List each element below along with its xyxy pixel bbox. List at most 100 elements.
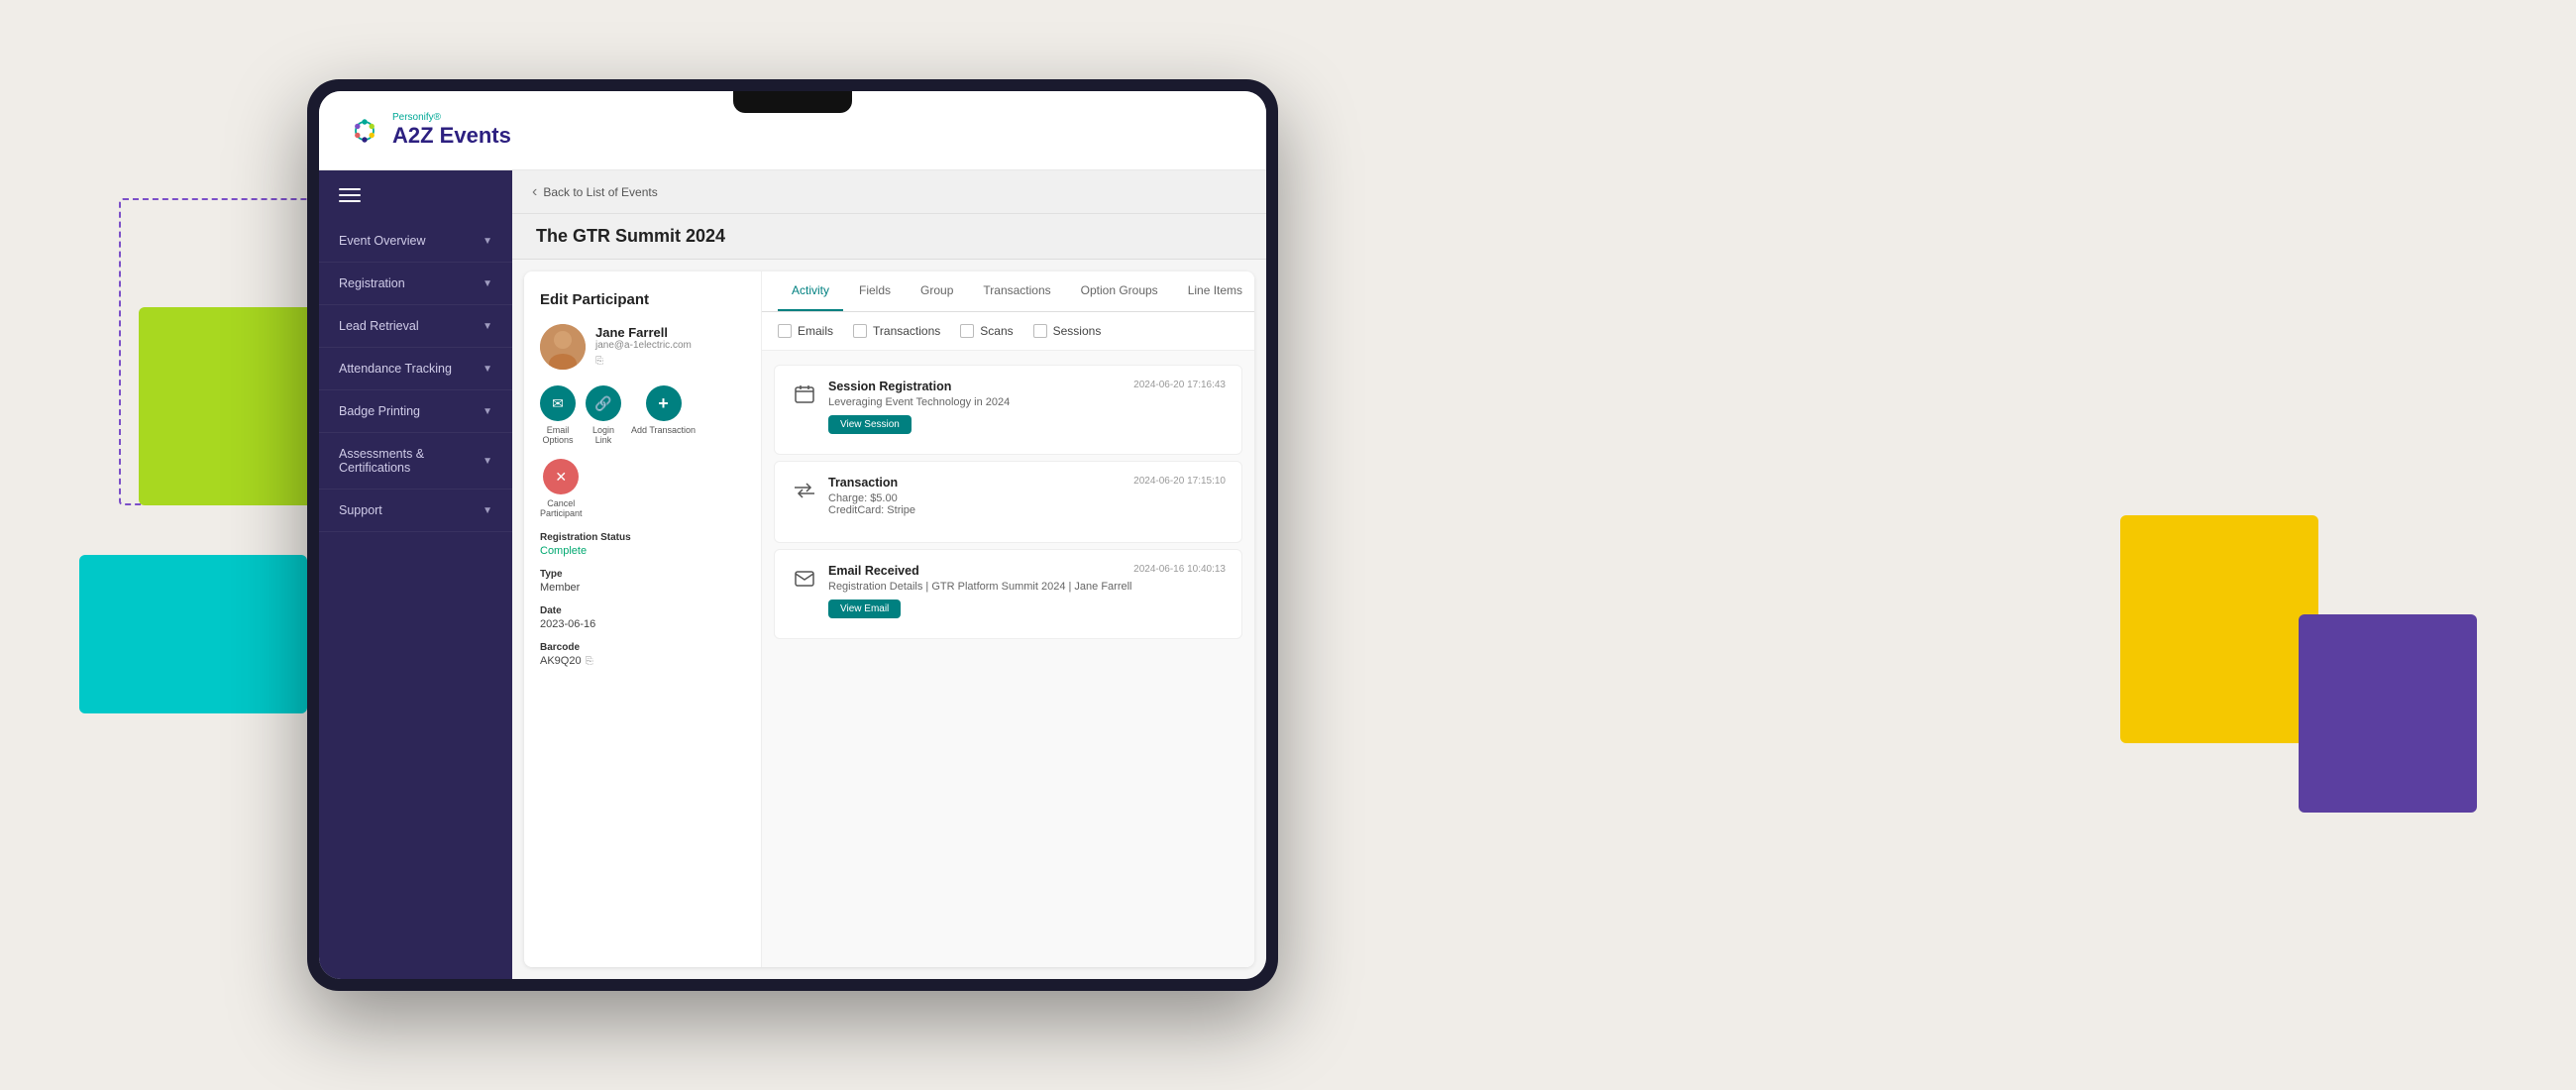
participant-panel-title: Edit Participant (540, 291, 745, 308)
sidebar-item-attendance-tracking[interactable]: Attendance Tracking ▼ (319, 348, 512, 390)
logo-text: Personify® A2Z Events (392, 112, 511, 149)
logo-personify-label: Personify® (392, 112, 511, 123)
sidebar-chevron-support: ▼ (483, 505, 492, 516)
action-buttons: ✉ EmailOptions 🔗 LoginLink + Add Transac… (540, 385, 745, 445)
filter-transactions-checkbox[interactable] (853, 324, 867, 338)
transaction-icon (791, 477, 818, 504)
filter-sessions-checkbox[interactable] (1033, 324, 1047, 338)
hamburger-line-2 (339, 194, 361, 196)
activity-item-transaction-header: Transaction Charge: $5.00CreditCard: Str… (791, 476, 1226, 522)
participant-area: Edit Participant (524, 272, 1254, 967)
copy-barcode-icon[interactable]: ⎘ (586, 656, 593, 667)
tab-fields[interactable]: Fields (845, 272, 905, 311)
activity-list: Session Registration Leveraging Event Te… (762, 351, 1254, 967)
hamburger-button[interactable] (319, 170, 512, 220)
sidebar-item-registration[interactable]: Registration ▼ (319, 263, 512, 305)
add-transaction-label: Add Transaction (631, 425, 696, 435)
sidebar-chevron-assessments: ▼ (483, 456, 492, 467)
hamburger-line-3 (339, 200, 361, 202)
barcode-label: Barcode (540, 642, 745, 653)
sidebar-item-badge-printing[interactable]: Badge Printing ▼ (319, 390, 512, 433)
barcode-field: Barcode AK9Q20 ⎘ (540, 642, 745, 667)
filter-transactions-label: Transactions (873, 324, 940, 338)
sidebar-chevron-registration: ▼ (483, 278, 492, 289)
avatar-svg (540, 324, 586, 370)
filter-emails-label: Emails (798, 324, 833, 338)
copy-email-icon[interactable]: ⎘ (595, 356, 603, 367)
sidebar-item-assessments[interactable]: Assessments & Certifications ▼ (319, 433, 512, 490)
registration-status-field: Registration Status Complete (540, 532, 745, 557)
email-info: Email Received Registration Details | GT… (828, 564, 1132, 618)
sidebar-item-registration-label: Registration (339, 276, 483, 290)
sidebar-chevron-attendance: ▼ (483, 364, 492, 375)
email-title: Email Received (828, 564, 1132, 578)
type-label: Type (540, 569, 745, 580)
filter-scans-checkbox[interactable] (960, 324, 974, 338)
sidebar-chevron-lead-retrieval: ▼ (483, 321, 492, 332)
email-options-button[interactable]: ✉ EmailOptions (540, 385, 576, 445)
tab-activity[interactable]: Activity (778, 272, 843, 311)
breadcrumb-back-button[interactable]: ‹ Back to List of Events (532, 183, 658, 201)
email-timestamp: 2024-06-16 10:40:13 (1133, 564, 1226, 575)
filter-emails[interactable]: Emails (778, 324, 833, 338)
sidebar-item-support-label: Support (339, 503, 483, 517)
add-transaction-icon: + (646, 385, 682, 421)
cancel-participant-button[interactable]: ✕ CancelParticipant (540, 459, 583, 518)
tab-option-groups[interactable]: Option Groups (1067, 272, 1172, 311)
registration-status-label: Registration Status (540, 532, 745, 543)
app-body: Event Overview ▼ Registration ▼ Lead Ret… (319, 170, 1266, 979)
tab-line-items[interactable]: Line Items (1174, 272, 1254, 311)
tab-group[interactable]: Group (907, 272, 967, 311)
type-value: Member (540, 582, 745, 594)
sidebar-item-event-overview[interactable]: Event Overview ▼ (319, 220, 512, 263)
breadcrumb-back-label: Back to List of Events (543, 185, 657, 199)
email-detail: Registration Details | GTR Platform Summ… (828, 581, 1132, 593)
tab-bar: Activity Fields Group Transactions Optio… (762, 272, 1254, 312)
sidebar-chevron-event-overview: ▼ (483, 236, 492, 247)
filter-scans[interactable]: Scans (960, 324, 1013, 338)
activity-item-session-left: Session Registration Leveraging Event Te… (791, 380, 1010, 434)
sidebar-item-attendance-tracking-label: Attendance Tracking (339, 362, 483, 376)
cancel-participant-icon: ✕ (543, 459, 579, 494)
view-session-button[interactable]: View Session (828, 415, 912, 434)
transaction-timestamp: 2024-06-20 17:15:10 (1133, 476, 1226, 487)
sidebar-chevron-badge: ▼ (483, 406, 492, 417)
activity-item-email-header: Email Received Registration Details | GT… (791, 564, 1226, 618)
device-screen: Personify® A2Z Events Event Overview (319, 91, 1266, 979)
sidebar-item-badge-printing-label: Badge Printing (339, 404, 483, 418)
cancel-participant-label: CancelParticipant (540, 498, 583, 518)
session-detail: Leveraging Event Technology in 2024 (828, 396, 1010, 408)
date-value: 2023-06-16 (540, 618, 745, 630)
sidebar-item-assessments-label: Assessments & Certifications (339, 447, 483, 475)
email-icon (791, 565, 818, 593)
tab-transactions[interactable]: Transactions (969, 272, 1064, 311)
login-link-button[interactable]: 🔗 LoginLink (586, 385, 621, 445)
sidebar-item-support[interactable]: Support ▼ (319, 490, 512, 532)
filter-transactions[interactable]: Transactions (853, 324, 940, 338)
logo-a2z-label: A2Z Events (392, 123, 511, 149)
activity-item-session-header: Session Registration Leveraging Event Te… (791, 380, 1226, 434)
participant-left-panel: Edit Participant (524, 272, 762, 967)
sidebar-item-lead-retrieval[interactable]: Lead Retrieval ▼ (319, 305, 512, 348)
view-email-button[interactable]: View Email (828, 600, 901, 618)
decorative-purple-rect (2299, 614, 2477, 813)
filter-emails-checkbox[interactable] (778, 324, 792, 338)
activity-item-transaction-left: Transaction Charge: $5.00CreditCard: Str… (791, 476, 915, 522)
date-label: Date (540, 605, 745, 616)
add-transaction-button[interactable]: + Add Transaction (631, 385, 696, 445)
filter-sessions[interactable]: Sessions (1033, 324, 1102, 338)
activity-item-email-left: Email Received Registration Details | GT… (791, 564, 1132, 618)
barcode-value: AK9Q20 (540, 655, 582, 667)
login-link-label: LoginLink (592, 425, 614, 445)
session-info: Session Registration Leveraging Event Te… (828, 380, 1010, 434)
participant-email: jane@a-1electric.com (595, 340, 745, 351)
sidebar: Event Overview ▼ Registration ▼ Lead Ret… (319, 170, 512, 979)
barcode-value-row: AK9Q20 ⎘ (540, 655, 745, 667)
transaction-title: Transaction (828, 476, 915, 490)
participant-profile: Jane Farrell jane@a-1electric.com ⎘ (540, 324, 745, 370)
decorative-teal-rect (79, 555, 307, 713)
breadcrumb-bar: ‹ Back to List of Events (512, 170, 1266, 214)
filter-bar: Emails Transactions Scans (762, 312, 1254, 351)
activity-item-session: Session Registration Leveraging Event Te… (774, 365, 1242, 455)
activity-item-transaction: Transaction Charge: $5.00CreditCard: Str… (774, 461, 1242, 543)
